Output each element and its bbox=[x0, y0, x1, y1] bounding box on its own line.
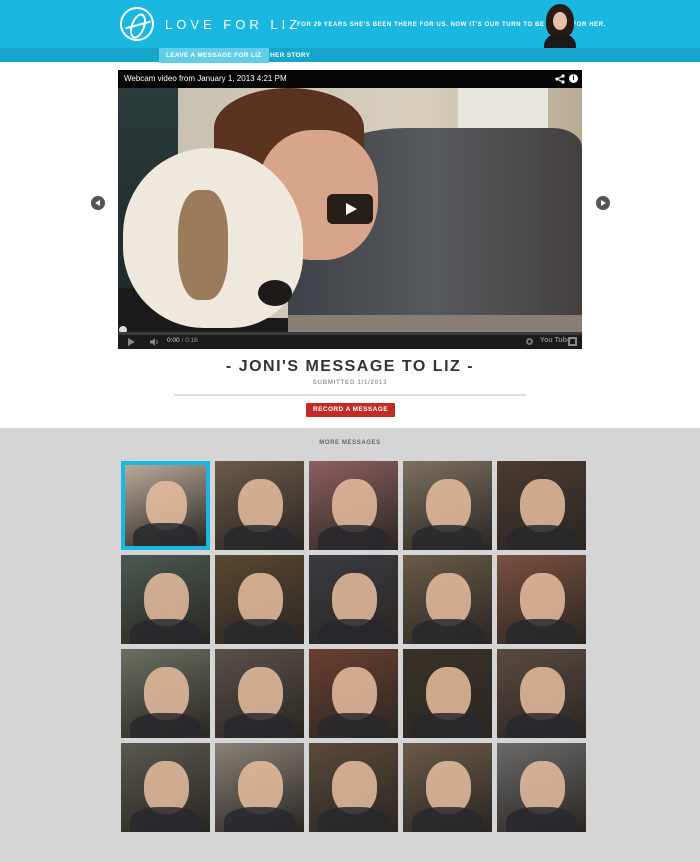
thumbnail-body bbox=[505, 525, 578, 550]
message-thumbnail[interactable] bbox=[309, 461, 398, 550]
thumbnail-body bbox=[223, 619, 296, 644]
tab-leave-message[interactable]: LEAVE A MESSAGE FOR LIZ bbox=[159, 48, 269, 63]
thumbnail-body bbox=[505, 619, 578, 644]
message-thumbnail[interactable] bbox=[121, 461, 210, 550]
thumbnail-body bbox=[317, 619, 390, 644]
thumbnail-body bbox=[411, 807, 484, 832]
message-thumbnail[interactable] bbox=[497, 649, 586, 738]
message-thumbnail[interactable] bbox=[121, 743, 210, 832]
divider bbox=[174, 394, 526, 396]
thumbnail-body bbox=[223, 525, 296, 550]
thumbnail-body bbox=[411, 713, 484, 738]
message-thumbnail[interactable] bbox=[215, 649, 304, 738]
thumbnail-body bbox=[411, 619, 484, 644]
thumbnail-body bbox=[223, 713, 296, 738]
message-thumbnail[interactable] bbox=[403, 649, 492, 738]
thumbnail-body bbox=[505, 713, 578, 738]
logo-icon[interactable] bbox=[120, 7, 154, 41]
next-arrow-icon[interactable] bbox=[596, 196, 610, 210]
settings-icon[interactable] bbox=[526, 338, 533, 345]
submitted-date: SUBMITTED 1/1/2013 bbox=[312, 380, 388, 386]
message-thumbnail[interactable] bbox=[309, 649, 398, 738]
message-thumbnail[interactable] bbox=[309, 743, 398, 832]
message-thumbnail[interactable] bbox=[121, 555, 210, 644]
message-thumbnail[interactable] bbox=[403, 743, 492, 832]
share-icon[interactable] bbox=[555, 74, 565, 84]
message-thumbnail[interactable] bbox=[403, 461, 492, 550]
video-controls: 0:00 / 0:16 You Tube bbox=[118, 332, 582, 349]
record-message-button[interactable]: RECORD A MESSAGE bbox=[306, 403, 395, 417]
nav-bar bbox=[0, 48, 700, 62]
fullscreen-icon[interactable] bbox=[568, 337, 577, 346]
duration: / 0:16 bbox=[181, 337, 198, 344]
thumbnail-body bbox=[133, 523, 198, 546]
thumbnail-body bbox=[129, 713, 202, 738]
volume-icon[interactable] bbox=[150, 338, 159, 346]
thumbnail-body bbox=[505, 807, 578, 832]
thumbnail-body bbox=[317, 713, 390, 738]
message-thumbnail[interactable] bbox=[497, 555, 586, 644]
more-messages-title: MORE MESSAGES bbox=[319, 440, 381, 446]
tab-her-story[interactable]: HER STORY bbox=[263, 48, 317, 63]
video-player[interactable]: Webcam video from January 1, 2013 4:21 P… bbox=[118, 70, 582, 349]
time-readout: 0:00 / 0:16 bbox=[167, 337, 198, 344]
video-title[interactable]: Webcam video from January 1, 2013 4:21 P… bbox=[124, 74, 287, 83]
message-thumbnail[interactable] bbox=[121, 649, 210, 738]
message-thumbnail[interactable] bbox=[215, 743, 304, 832]
prev-arrow-icon[interactable] bbox=[91, 196, 105, 210]
youtube-logo[interactable]: You Tube bbox=[540, 337, 571, 344]
message-thumbnail[interactable] bbox=[497, 461, 586, 550]
thumbnail-body bbox=[317, 525, 390, 550]
message-thumbnail[interactable] bbox=[403, 555, 492, 644]
message-thumbnail[interactable] bbox=[497, 743, 586, 832]
play-button[interactable] bbox=[327, 194, 373, 224]
play-icon[interactable] bbox=[128, 338, 135, 346]
thumbnail-body bbox=[129, 619, 202, 644]
info-icon[interactable]: i bbox=[569, 74, 578, 83]
thumbnail-body bbox=[411, 525, 484, 550]
site-title[interactable]: LOVE FOR LIZ bbox=[165, 17, 301, 32]
message-title: - JONI'S MESSAGE TO LIZ - bbox=[225, 358, 475, 375]
thumbnail-body bbox=[317, 807, 390, 832]
message-thumbnail[interactable] bbox=[215, 461, 304, 550]
message-thumbnail[interactable] bbox=[309, 555, 398, 644]
current-time: 0:00 bbox=[167, 337, 180, 344]
thumbnail-body bbox=[223, 807, 296, 832]
thumbnail-body bbox=[129, 807, 202, 832]
message-thumbnail[interactable] bbox=[215, 555, 304, 644]
